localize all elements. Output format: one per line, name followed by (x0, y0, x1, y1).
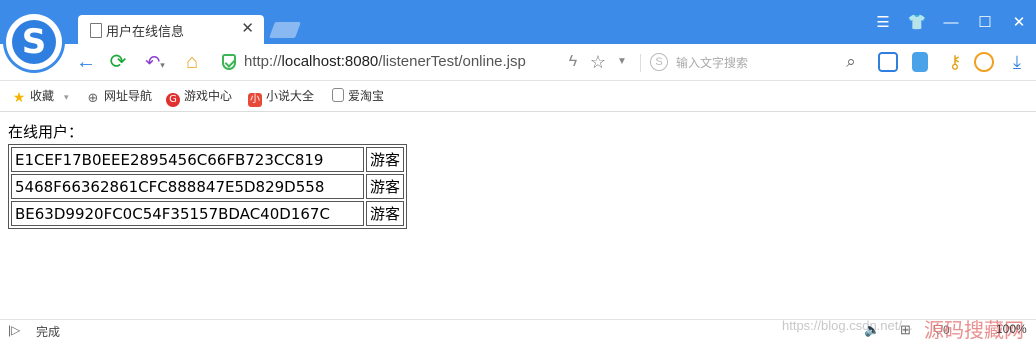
role-cell: 游客 (366, 174, 405, 199)
zoom-level[interactable]: 100% (996, 322, 1027, 336)
add-icon[interactable]: ⊞ (900, 320, 911, 340)
watermark-url: https://blog.csdn.net/... (782, 318, 913, 333)
table-row: E1CEF17B0EEE2895456C66FB723CC819 游客 (11, 147, 405, 172)
home-button[interactable]: ⌂ (178, 49, 206, 75)
maximize-button[interactable]: ☐ (968, 10, 1002, 36)
download-icon[interactable]: ⤓ (1004, 49, 1030, 75)
session-id-cell: E1CEF17B0EEE2895456C66FB723CC819 (11, 147, 364, 172)
role-cell: 游客 (366, 147, 405, 172)
online-users-table: E1CEF17B0EEE2895456C66FB723CC819 游客 5468… (8, 144, 408, 229)
close-tab-icon[interactable]: ✕ (241, 19, 254, 37)
page-icon (332, 88, 344, 102)
bookmark-games[interactable]: G 游戏中心 (166, 87, 232, 107)
divider (640, 54, 641, 72)
table-row: 5468F66362861CFC888847E5D829D558 游客 (11, 174, 405, 199)
bookmark-taobao[interactable]: 爱淘宝 (332, 87, 384, 105)
lightning-icon[interactable]: ϟ (562, 49, 584, 75)
page-heading: 在线用户： (8, 123, 84, 141)
bookmarks-bar: ★ 收藏 ▾ ⊕ 网址导航 G 游戏中心 小小说大全 爱淘宝 (0, 81, 1036, 112)
session-id-cell: 5468F66362861CFC888847E5D829D558 (11, 174, 364, 199)
bookmark-novels[interactable]: 小小说大全 (248, 87, 314, 107)
undo-close-button[interactable]: ↶▾ (138, 49, 172, 75)
status-bar: |▷ 完成 https://blog.csdn.net/... 🔈 ⊞ ⛉0 源… (0, 318, 1036, 342)
sync-icon[interactable] (912, 52, 928, 72)
bookmark-favorites[interactable]: ★ 收藏 ▾ (12, 87, 69, 105)
page-content: 在线用户： E1CEF17B0EEE2895456C66FB723CC819 游… (8, 121, 408, 229)
speaker-icon[interactable]: 🔈 (864, 320, 880, 340)
secure-shield-icon (222, 54, 236, 70)
star-icon: ★ (12, 90, 26, 106)
session-id-cell: BE63D9920FC0C54F35157BDAC40D167C (11, 201, 364, 226)
refresh-button[interactable]: ⟳ (104, 49, 132, 75)
chevron-down-icon[interactable]: ▼ (612, 49, 632, 75)
play-icon[interactable]: |▷ (8, 323, 20, 337)
more-icon[interactable] (974, 52, 994, 72)
minimize-button[interactable]: — (934, 10, 968, 36)
search-input[interactable]: S 输入文字搜索 (644, 49, 860, 75)
menu-icon[interactable]: ☰ (866, 10, 900, 36)
bookmark-nav[interactable]: ⊕ 网址导航 (86, 87, 152, 106)
navigation-bar: ← ⟳ ↶▾ ⌂ http://localhost:8080/listenerT… (0, 44, 1036, 81)
game-icon: G (166, 93, 180, 107)
book-icon: 小 (248, 93, 262, 107)
browser-logo[interactable]: S (6, 14, 62, 70)
new-tab-button[interactable] (269, 22, 301, 38)
key-icon[interactable]: ⚷ (942, 49, 968, 75)
page-icon (90, 23, 102, 38)
tab-active[interactable]: 用户在线信息 ✕ (78, 15, 264, 45)
table-row: BE63D9920FC0C54F35157BDAC40D167C 游客 (11, 201, 405, 226)
screenshot-icon[interactable] (878, 52, 898, 72)
address-url[interactable]: http://localhost:8080/listenerTest/onlin… (244, 53, 526, 70)
search-placeholder: 输入文字搜索 (676, 56, 749, 70)
status-text: 完成 (36, 325, 61, 339)
close-window-button[interactable]: ✕ (1002, 10, 1036, 36)
star-icon[interactable]: ☆ (586, 49, 610, 75)
skin-icon[interactable]: 👕 (900, 10, 934, 36)
role-cell: 游客 (366, 201, 405, 226)
search-engine-icon[interactable]: S (650, 53, 668, 71)
back-button[interactable]: ← (72, 49, 100, 75)
globe-icon: ⊕ (87, 91, 99, 106)
search-icon[interactable]: ⌕ (838, 49, 864, 75)
tab-title: 用户在线信息 (106, 25, 185, 40)
